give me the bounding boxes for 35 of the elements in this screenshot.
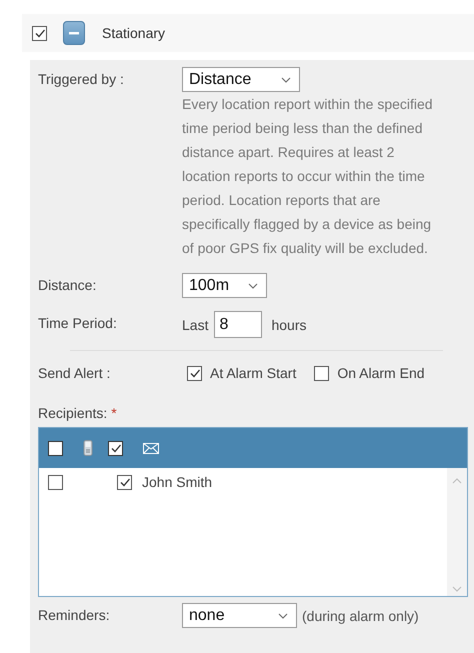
prefix-text: Last	[182, 316, 208, 332]
checkbox[interactable]	[48, 474, 63, 490]
field-label: Triggered by :	[38, 70, 125, 87]
suffix-text: hours	[271, 316, 306, 332]
envelope-icon	[143, 442, 159, 454]
checkbox[interactable]	[108, 440, 123, 456]
recipient-name: John Smith	[142, 474, 212, 490]
collapse-button[interactable]	[63, 21, 85, 45]
scroll-up-icon	[452, 478, 462, 484]
option-label: On Alarm End	[337, 365, 425, 381]
hours-input[interactable]: 8	[214, 311, 262, 338]
chevron-down-icon	[281, 76, 291, 82]
required-mark: *	[111, 405, 117, 421]
chevron-down-icon	[278, 612, 288, 618]
scroll-down-icon	[452, 586, 462, 592]
field-label: Time Period:	[38, 314, 118, 331]
checkbox[interactable]	[187, 366, 202, 380]
field-label: Distance:	[38, 276, 98, 293]
field-label: Recipients:	[38, 405, 108, 421]
checkbox[interactable]	[314, 366, 330, 380]
alarm-title: Stationary	[102, 25, 166, 41]
dropdown[interactable]: 100m	[182, 273, 267, 298]
dropdown[interactable]: Distance	[182, 67, 300, 92]
dropdown[interactable]: none	[182, 603, 297, 628]
field-label: Reminders:	[38, 606, 111, 623]
note-text: (during alarm only)	[302, 608, 419, 624]
chevron-down-icon	[248, 282, 258, 288]
scrollbar[interactable]	[447, 468, 467, 596]
checkbox[interactable]	[48, 440, 63, 456]
phone-icon	[83, 440, 93, 456]
option-label: At Alarm Start	[210, 365, 296, 381]
checkbox[interactable]	[117, 474, 132, 490]
description-text: Every location report within the specified time period being less than the defined distance apart. Requires at least 2 location reports to occur within the time period. Location reports that are specifically flagged by a device as being of poor GPS fix quality will be excluded.	[182, 95, 434, 258]
checkbox[interactable]	[32, 26, 47, 40]
field-label: Send Alert :	[38, 365, 112, 381]
